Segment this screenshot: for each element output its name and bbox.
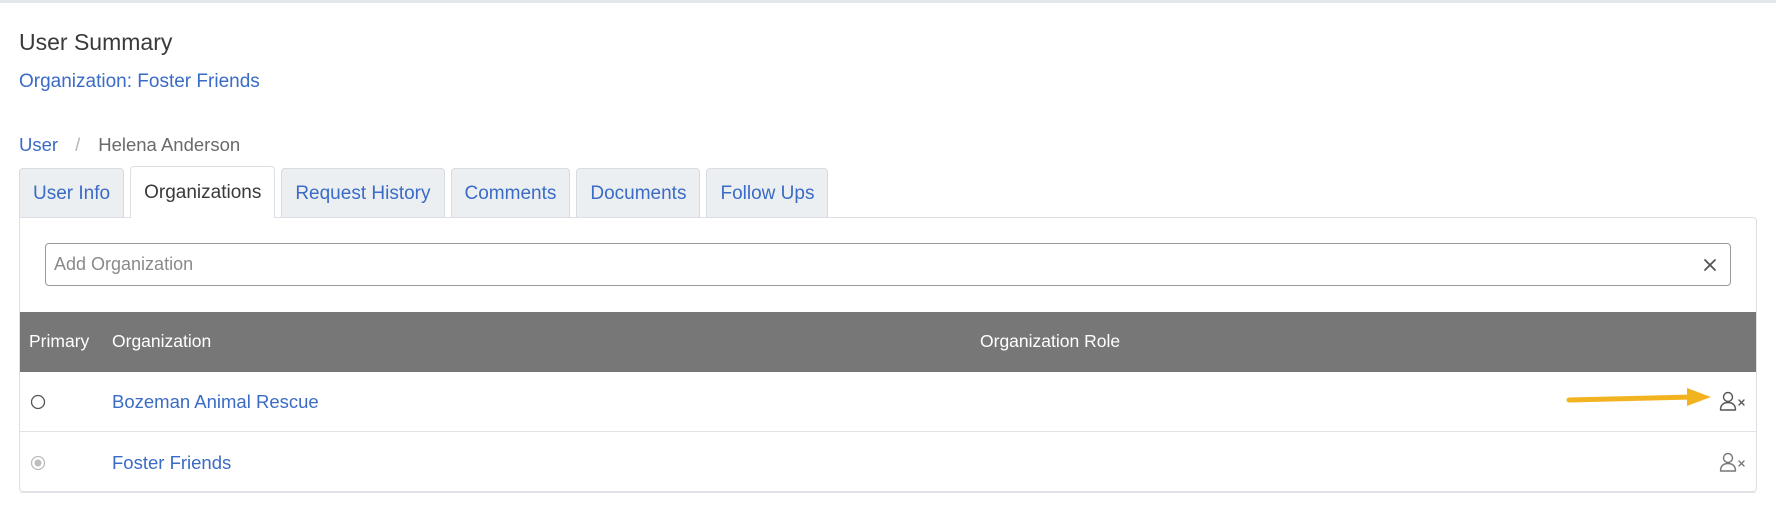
organizations-panel: Primary Organization Organization Role B… [19,217,1757,493]
add-organization-field[interactable] [45,243,1731,286]
table-header: Primary Organization Organization Role [20,312,1756,372]
organization-link[interactable]: Organization: Foster Friends [19,71,260,93]
tab-documents[interactable]: Documents [576,168,701,218]
add-organization-input[interactable] [46,244,1690,285]
table-row: Bozeman Animal Rescue [20,372,1756,432]
column-header-organization: Organization [112,331,212,351]
column-header-organization-role: Organization Role [980,331,1121,351]
organization-link[interactable]: Bozeman Animal Rescue [112,391,319,413]
close-icon[interactable] [1690,244,1730,285]
breadcrumb-user-link[interactable]: User [19,134,58,156]
organization-link[interactable]: Foster Friends [112,452,231,474]
page-title: User Summary [19,29,173,55]
tab-comments[interactable]: Comments [450,168,571,218]
breadcrumb-current: Helena Anderson [98,134,241,155]
remove-user-icon[interactable] [1719,450,1747,476]
primary-radio[interactable] [30,394,46,410]
tab-bar: User Info Organizations Request History … [19,166,834,218]
column-header-primary: Primary [29,331,90,351]
primary-radio[interactable] [30,455,46,471]
breadcrumb-separator: / [75,134,81,155]
annotation-arrow-icon [1566,388,1711,406]
table-row: Foster Friends [20,433,1756,493]
tab-follow-ups[interactable]: Follow Ups [706,168,829,218]
tab-organizations[interactable]: Organizations [130,166,276,218]
tab-request-history[interactable]: Request History [281,168,445,218]
breadcrumb: User / Helena Anderson [19,134,240,156]
tab-user-info[interactable]: User Info [19,168,125,218]
user-summary-page: User Summary Organization: Foster Friend… [0,3,1776,527]
remove-user-icon[interactable] [1719,389,1747,415]
